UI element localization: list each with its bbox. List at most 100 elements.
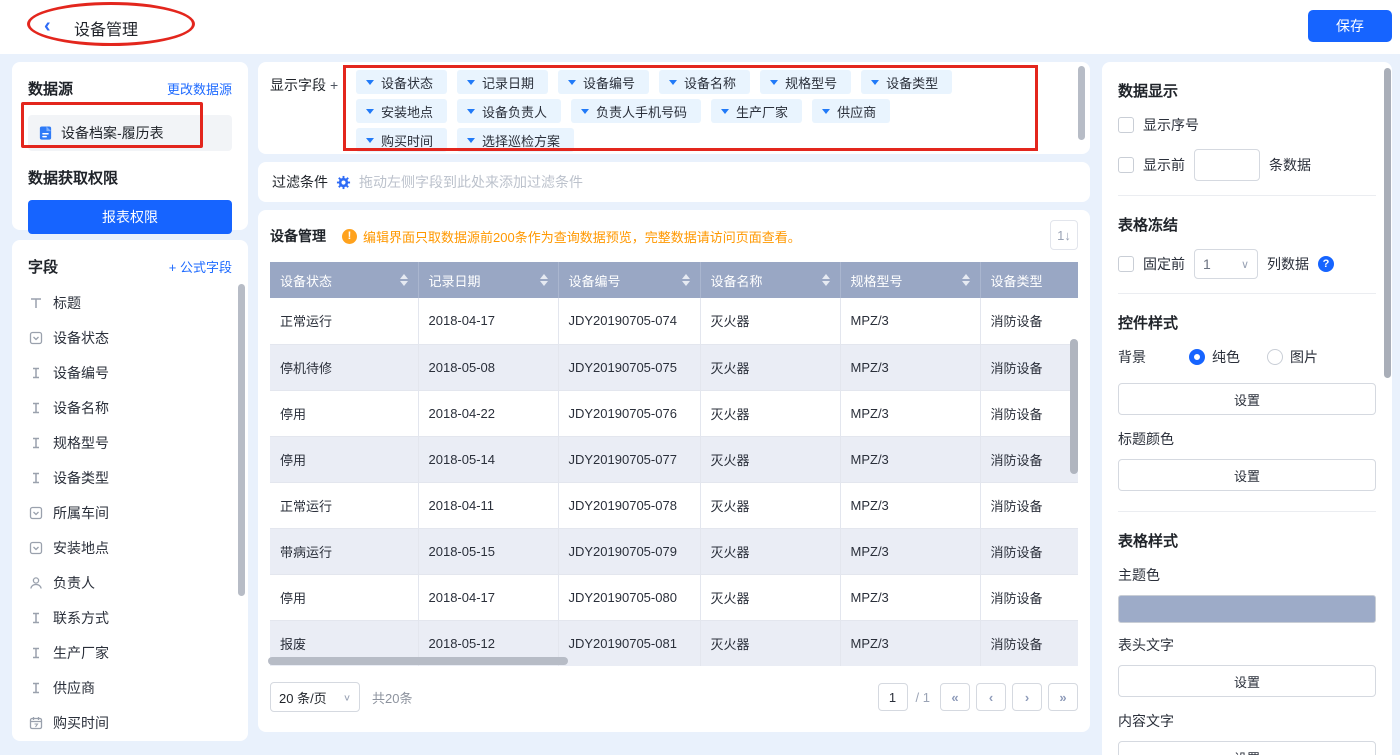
- report-permission-button[interactable]: 报表权限: [28, 200, 232, 234]
- table-horizontal-scrollbar[interactable]: [268, 657, 568, 665]
- show-first-checkbox[interactable]: [1118, 157, 1134, 173]
- column-header[interactable]: 设备编号: [558, 262, 701, 298]
- page-size-select[interactable]: 20 条/页 ∨: [270, 682, 360, 712]
- sort-order-button[interactable]: 1↓: [1050, 220, 1078, 250]
- display-field-chip[interactable]: 设备名称: [659, 70, 751, 94]
- bg-set-button[interactable]: 设置: [1118, 383, 1376, 415]
- display-field-chip[interactable]: 购买时间: [356, 128, 448, 152]
- header-text-set-button[interactable]: 设置: [1118, 665, 1376, 697]
- bg-image-radio[interactable]: [1267, 349, 1283, 365]
- page-input[interactable]: [877, 683, 908, 711]
- column-header[interactable]: 规格型号: [840, 262, 981, 298]
- field-item[interactable]: 生产厂家: [28, 641, 232, 665]
- table-cell: MPZ/3: [840, 528, 981, 575]
- field-item[interactable]: 安装地点: [28, 536, 232, 560]
- sort-icon[interactable]: [821, 274, 830, 286]
- filter-dropzone[interactable]: 拖动左侧字段到此处来添加过滤条件: [359, 172, 583, 192]
- theme-color-swatch[interactable]: [1118, 595, 1376, 623]
- fields-scrollbar[interactable]: [238, 284, 245, 596]
- display-field-chip[interactable]: 规格型号: [760, 70, 852, 94]
- table-cell: 灭火器: [700, 482, 841, 529]
- table-row[interactable]: 带病运行 2018-05-15 JDY20190705-079 灭火器 MPZ/3 消防设…: [270, 528, 1078, 575]
- save-button[interactable]: 保存: [1308, 10, 1392, 42]
- show-index-checkbox[interactable]: [1118, 117, 1134, 133]
- datasource-item[interactable]: 设备档案-履历表: [28, 115, 232, 151]
- freeze-count-select[interactable]: 1 ∨: [1194, 249, 1258, 279]
- field-item[interactable]: 设备名称: [28, 396, 232, 420]
- chip-dropdown-icon: [366, 108, 374, 114]
- display-field-chip[interactable]: 安装地点: [356, 99, 448, 123]
- page-title: 设备管理: [74, 22, 139, 39]
- first-page-button[interactable]: «: [940, 683, 970, 711]
- table-cell: MPZ/3: [840, 482, 981, 529]
- display-field-chip[interactable]: 负责人手机号码: [571, 99, 702, 123]
- display-field-chip[interactable]: 生产厂家: [711, 99, 803, 123]
- last-page-button[interactable]: »: [1048, 683, 1078, 711]
- table-cell: 停机待修: [270, 344, 419, 391]
- display-field-chip[interactable]: 选择巡检方案: [457, 128, 575, 152]
- prev-page-button[interactable]: ‹: [976, 683, 1006, 711]
- add-display-field-button[interactable]: +: [330, 77, 338, 93]
- field-item[interactable]: 联系方式: [28, 606, 232, 630]
- theme-color-label: 主题色: [1118, 567, 1160, 583]
- field-item[interactable]: 设备类型: [28, 466, 232, 490]
- field-item[interactable]: 设备状态: [28, 326, 232, 350]
- field-item-label: 联系方式: [53, 610, 109, 626]
- title-color-set-button[interactable]: 设置: [1118, 459, 1376, 491]
- help-icon[interactable]: ?: [1318, 256, 1334, 272]
- field-item[interactable]: 规格型号: [28, 431, 232, 455]
- right-scrollbar[interactable]: [1384, 68, 1391, 378]
- datasource-item-label: 设备档案-履历表: [61, 125, 164, 141]
- field-item[interactable]: 购买时间: [28, 711, 232, 735]
- display-field-chip[interactable]: 设备负责人: [457, 99, 562, 123]
- display-field-chip[interactable]: 记录日期: [457, 70, 549, 94]
- column-header-label: 设备编号: [568, 273, 621, 289]
- table-row[interactable]: 停机待修 2018-05-08 JDY20190705-075 灭火器 MPZ/3 消防设…: [270, 344, 1078, 391]
- display-field-chips: 设备状态 记录日期 设备编号 设备名称 规格型号 设备类型安装地点 设备负责人 负责人手机号码…: [356, 70, 1078, 157]
- column-header[interactable]: 设备状态: [270, 262, 419, 298]
- table-cell: 2018-04-17: [418, 574, 559, 621]
- chip-label: 购买时间: [381, 133, 434, 149]
- field-item[interactable]: 标题: [28, 291, 232, 315]
- table-cell: JDY20190705-080: [558, 574, 701, 621]
- table-row[interactable]: 正常运行 2018-04-11 JDY20190705-078 灭火器 MPZ/3 消防设…: [270, 482, 1078, 529]
- show-first-input[interactable]: [1194, 149, 1260, 181]
- table-cell: 消防设备: [980, 574, 1078, 621]
- column-header-label: 设备名称: [710, 273, 763, 289]
- column-header[interactable]: 记录日期: [418, 262, 559, 298]
- content-text-set-button[interactable]: 设置: [1118, 741, 1376, 755]
- table-cell: 正常运行: [270, 482, 419, 529]
- table-row[interactable]: 正常运行 2018-04-17 JDY20190705-074 灭火器 MPZ/3 消防设…: [270, 298, 1078, 345]
- display-field-chip[interactable]: 供应商: [812, 99, 891, 123]
- gear-icon[interactable]: [336, 175, 351, 190]
- field-item[interactable]: 负责人: [28, 571, 232, 595]
- field-item-label: 设备类型: [53, 470, 109, 486]
- panel-scrollbar[interactable]: [1078, 66, 1085, 140]
- next-page-button[interactable]: ›: [1012, 683, 1042, 711]
- bg-solid-radio[interactable]: [1189, 349, 1205, 365]
- field-item[interactable]: 设备编号: [28, 361, 232, 385]
- sort-icon[interactable]: [539, 274, 548, 286]
- freeze-checkbox[interactable]: [1118, 256, 1134, 272]
- change-datasource-link[interactable]: 更改数据源: [167, 79, 232, 98]
- display-field-chip[interactable]: 设备类型: [861, 70, 953, 94]
- column-header[interactable]: 设备类型: [980, 262, 1078, 298]
- table-row[interactable]: 停用 2018-04-22 JDY20190705-076 灭火器 MPZ/3 消防设备: [270, 390, 1078, 437]
- column-header[interactable]: 设备名称: [700, 262, 841, 298]
- table-row[interactable]: 停用 2018-05-14 JDY20190705-077 灭火器 MPZ/3 消防设备: [270, 436, 1078, 483]
- add-formula-field-link[interactable]: + 公式字段: [169, 257, 232, 276]
- warning-text: 编辑界面只取数据源前200条作为查询数据预览，完整数据请访问页面查看。: [363, 229, 801, 245]
- sort-icon[interactable]: [681, 274, 690, 286]
- sort-icon[interactable]: [961, 274, 970, 286]
- table-cell: MPZ/3: [840, 390, 981, 437]
- sort-icon[interactable]: [399, 274, 408, 286]
- field-item[interactable]: 供应商: [28, 676, 232, 700]
- back-icon[interactable]: ‹: [44, 15, 51, 37]
- permission-header: 数据获取权限: [28, 170, 119, 187]
- table-row[interactable]: 停用 2018-04-17 JDY20190705-080 灭火器 MPZ/3 消防设备: [270, 574, 1078, 621]
- field-item-label: 标题: [53, 295, 81, 311]
- display-field-chip[interactable]: 设备状态: [356, 70, 448, 94]
- table-vertical-scrollbar[interactable]: [1070, 339, 1078, 474]
- display-field-chip[interactable]: 设备编号: [558, 70, 650, 94]
- field-item[interactable]: 所属车间: [28, 501, 232, 525]
